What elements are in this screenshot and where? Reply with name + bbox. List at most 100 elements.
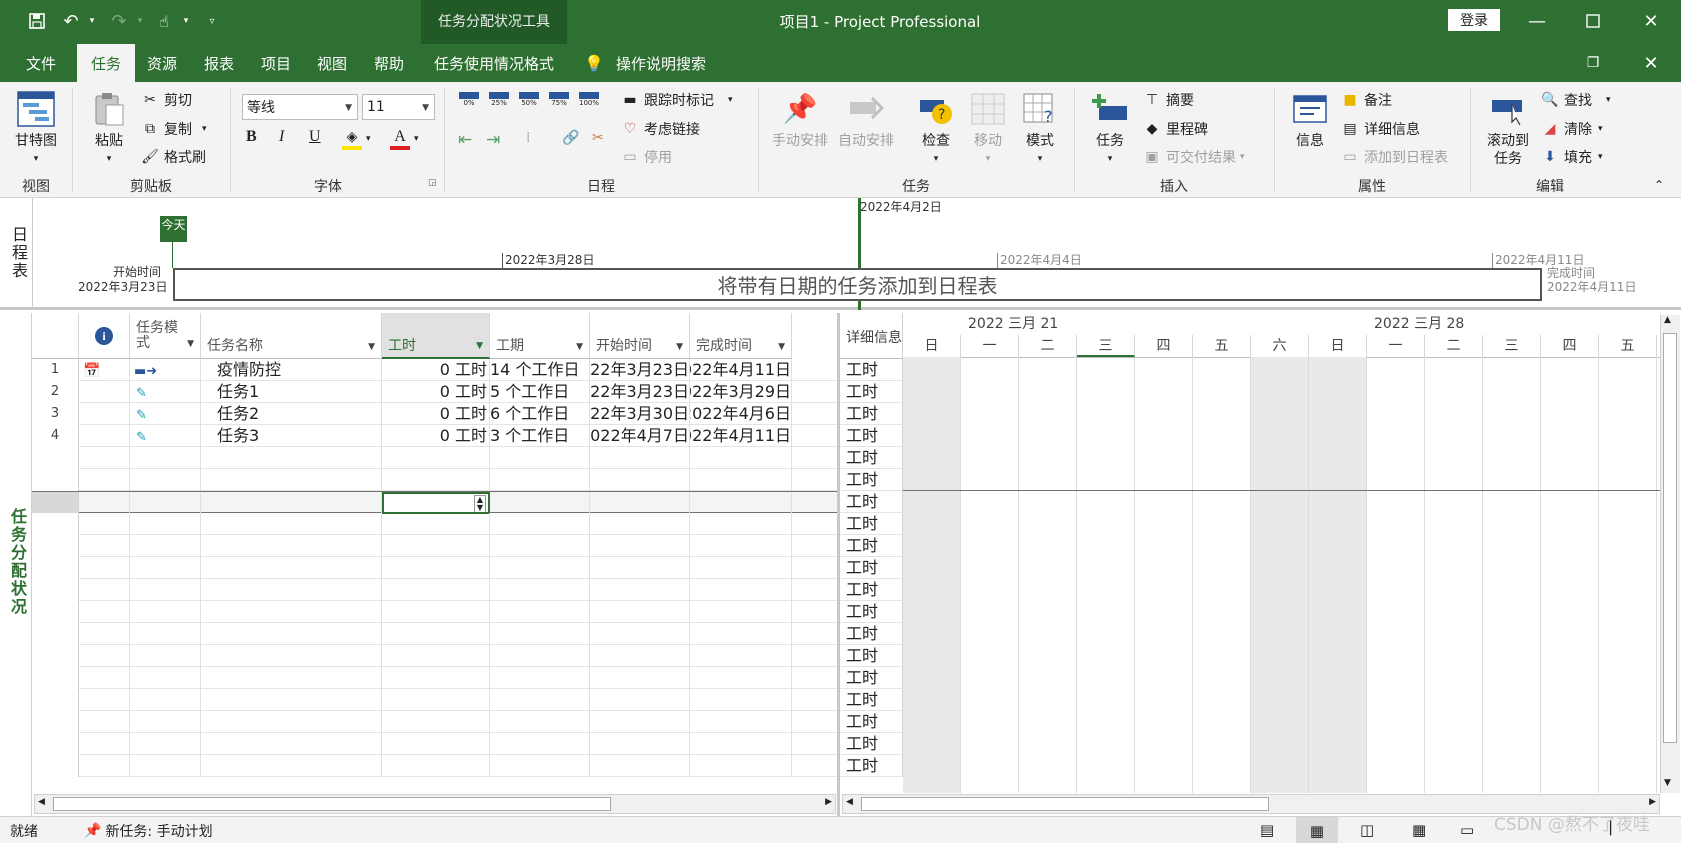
cell-duration[interactable] — [490, 557, 590, 579]
close-icon[interactable]: ✕ — [1628, 6, 1674, 36]
table-row[interactable] — [32, 447, 837, 469]
cell-task-mode[interactable] — [130, 469, 201, 491]
cell-finish[interactable] — [690, 557, 792, 579]
cell-work[interactable] — [382, 513, 490, 535]
maximize-icon[interactable] — [1570, 6, 1616, 36]
cell-task-name[interactable] — [201, 733, 382, 755]
cell-start[interactable]: 2022年3月23日 — [590, 381, 690, 403]
cell-task-mode[interactable]: ✎ — [130, 381, 201, 403]
font-color-button[interactable]: A ▾ — [390, 128, 419, 150]
scroll-right-icon[interactable]: ▶ — [1649, 797, 1656, 807]
progress-100-button[interactable]: 100% — [578, 92, 600, 107]
table-row[interactable] — [32, 733, 837, 755]
cut-button[interactable]: ✂ 剪切 — [140, 90, 192, 110]
cell-indicators[interactable] — [79, 645, 130, 667]
table-row[interactable] — [32, 755, 837, 777]
row-number[interactable] — [32, 535, 79, 557]
scroll-left-icon[interactable]: ◀ — [846, 797, 853, 807]
cell-start[interactable] — [590, 601, 690, 623]
font-size-combo[interactable]: 11 ▼ — [362, 94, 435, 120]
cell-task-mode[interactable] — [130, 513, 201, 535]
row-number[interactable]: 3 — [32, 403, 79, 425]
day-header[interactable]: 五 — [1599, 335, 1657, 357]
cell-duration[interactable]: 5 个工作日 — [490, 381, 590, 403]
cell-start[interactable] — [590, 689, 690, 711]
cell-finish[interactable]: 2022年4月6日 — [690, 403, 792, 425]
cell-finish[interactable] — [690, 513, 792, 535]
table-row[interactable] — [32, 645, 837, 667]
view-task-usage-icon[interactable]: ▦ — [1296, 817, 1338, 843]
cell-indicators[interactable] — [79, 689, 130, 711]
day-header[interactable]: 三 — [1483, 335, 1541, 357]
cell-start[interactable] — [590, 711, 690, 733]
paste-button[interactable]: 粘贴 ▾ — [84, 90, 134, 168]
cell-indicators[interactable] — [79, 403, 130, 425]
row-number[interactable] — [32, 447, 79, 469]
tab-resource[interactable]: 资源 — [145, 44, 179, 82]
cell-start[interactable] — [590, 645, 690, 667]
highlight-button[interactable]: ◈ ▾ — [342, 128, 371, 150]
table-row[interactable]: 4 ✎ 任务3 0 工时3 个工作日 2022年4月7日2022年4月11日 — [32, 425, 837, 447]
header-details[interactable]: 详细信息 — [840, 313, 903, 359]
cell-task-name[interactable] — [201, 492, 382, 514]
link-icon[interactable]: 🔗 — [562, 130, 579, 146]
new-tasks-mode[interactable]: 📌 新任务: 手动计划 — [84, 821, 213, 841]
details-button[interactable]: ▤ 详细信息 — [1340, 119, 1420, 139]
summary-button[interactable]: ⊤ 摘要 — [1142, 90, 1194, 110]
cell-task-mode[interactable] — [130, 667, 201, 689]
cell-work[interactable]: 0 工时 — [382, 403, 490, 425]
unlink-icon[interactable]: ✂ — [592, 130, 604, 146]
tab-report[interactable]: 报表 — [202, 44, 236, 82]
grid-scroll-thumb[interactable] — [861, 797, 1269, 811]
filter-dropdown-icon[interactable]: ▼ — [576, 342, 583, 352]
cell-task-name[interactable] — [201, 755, 382, 777]
progress-50-button[interactable]: 50% — [518, 92, 540, 107]
table-scroll-thumb[interactable] — [53, 797, 611, 811]
cell-task-mode[interactable] — [130, 733, 201, 755]
cell-task-mode[interactable] — [130, 492, 201, 514]
tab-help[interactable]: 帮助 — [372, 44, 406, 82]
row-number[interactable] — [32, 645, 79, 667]
scroll-up-icon[interactable]: ▲ — [1664, 315, 1671, 325]
cell-indicators[interactable] — [79, 601, 130, 623]
view-report-icon[interactable]: ▭ — [1460, 821, 1474, 839]
cell-task-name[interactable]: 疫情防控 — [201, 359, 382, 381]
undo-dropdown-icon[interactable]: ▾ — [86, 8, 98, 34]
close-window-icon[interactable]: ✕ — [1628, 48, 1674, 78]
bold-button[interactable]: B — [246, 128, 257, 146]
insert-task-button[interactable]: 任务 ▾ — [1084, 90, 1136, 168]
row-number[interactable] — [32, 623, 79, 645]
cell-task-name[interactable] — [201, 601, 382, 623]
header-duration[interactable]: 工期 ▼ — [490, 313, 590, 359]
cell-task-mode[interactable]: ▬➜ — [130, 359, 201, 381]
row-number[interactable] — [32, 557, 79, 579]
cell-duration[interactable] — [490, 535, 590, 557]
cell-finish[interactable] — [690, 535, 792, 557]
scroll-right-icon[interactable]: ▶ — [825, 797, 832, 807]
header-task-mode[interactable]: 任务模式 ▼ — [130, 313, 201, 359]
row-number[interactable] — [32, 755, 79, 777]
cell-task-mode[interactable] — [130, 623, 201, 645]
filter-dropdown-icon[interactable]: ▼ — [778, 342, 785, 352]
undo-icon[interactable]: ↶ — [58, 8, 84, 34]
cell-task-name[interactable]: 任务2 — [201, 403, 382, 425]
filter-dropdown-icon[interactable]: ▼ — [476, 341, 483, 351]
font-name-combo[interactable]: 等线 ▼ — [242, 94, 358, 120]
table-row[interactable] — [32, 667, 837, 689]
cell-finish[interactable]: 2022年4月11日 — [690, 359, 792, 381]
table-row[interactable] — [32, 601, 837, 623]
cell-work[interactable] — [382, 645, 490, 667]
cell-task-name[interactable] — [201, 579, 382, 601]
filter-dropdown-icon[interactable]: ▼ — [676, 342, 683, 352]
day-header[interactable]: 五 — [1193, 335, 1251, 357]
scroll-down-icon[interactable]: ▼ — [1664, 778, 1671, 788]
tab-view[interactable]: 视图 — [315, 44, 349, 82]
spinner-icon[interactable]: ▲ ▼ — [473, 495, 486, 512]
row-number[interactable] — [32, 513, 79, 535]
cell-finish[interactable] — [690, 623, 792, 645]
cell-work[interactable] — [382, 469, 490, 491]
day-header[interactable]: 一 — [961, 335, 1019, 357]
table-row[interactable]: 1📅 ▬➜ 疫情防控 0 工时14 个工作日 2022年3月23日2022年4月11日 — [32, 359, 837, 381]
row-number[interactable]: 2 — [32, 381, 79, 403]
cell-task-name[interactable] — [201, 689, 382, 711]
